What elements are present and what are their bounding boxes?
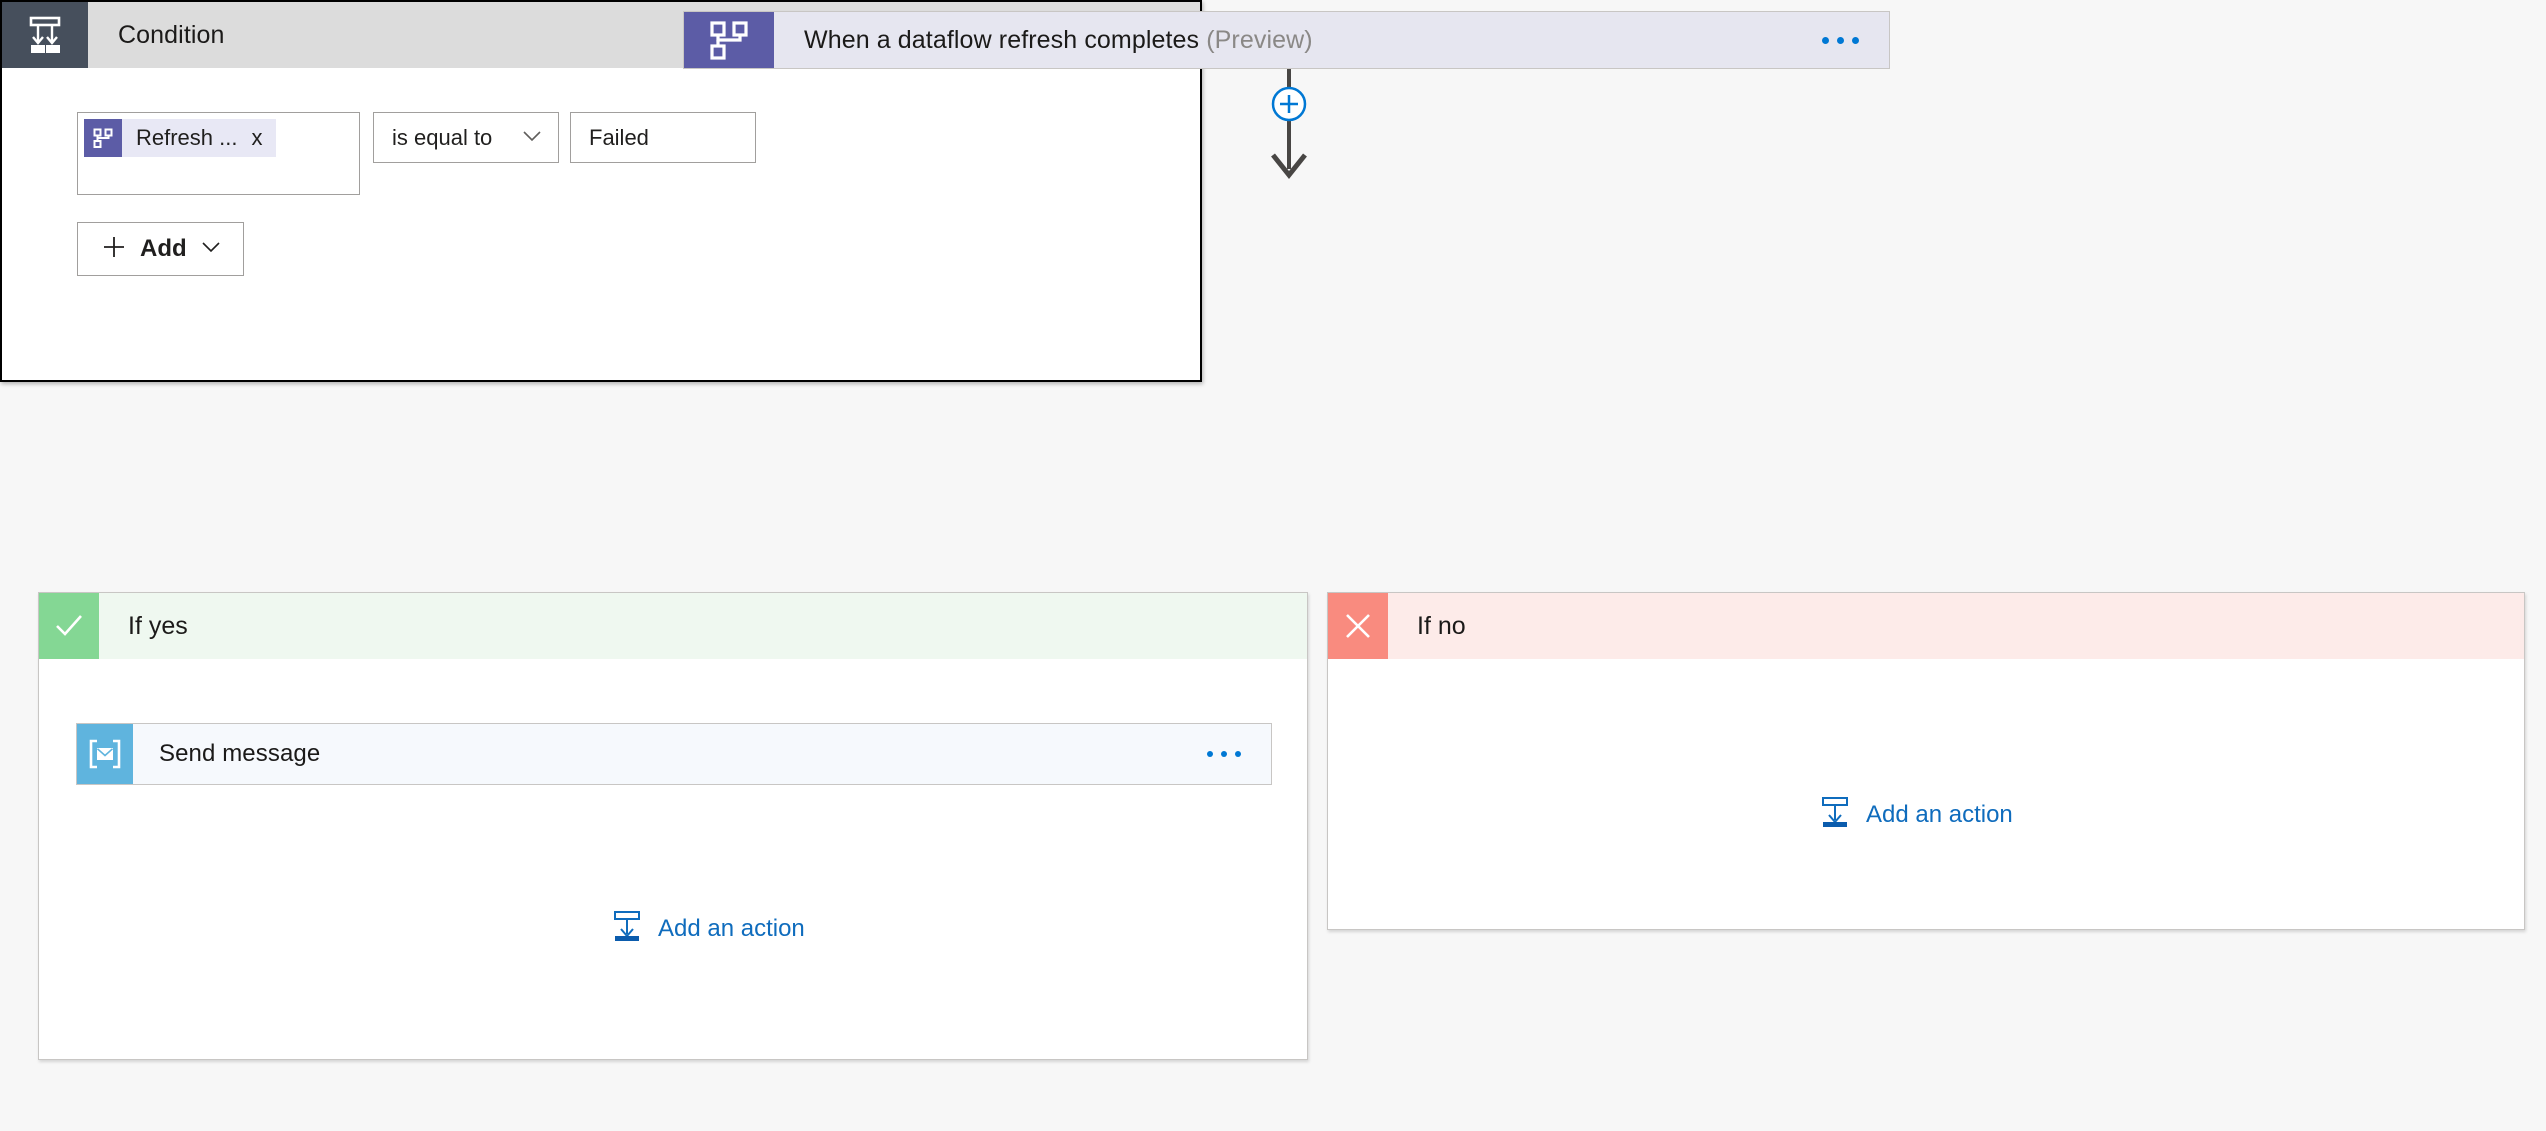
trigger-card-body[interactable]: When a dataflow refresh completes (Previ…	[774, 12, 1889, 68]
condition-operator-dropdown[interactable]: is equal to	[373, 112, 559, 163]
checkmark-icon	[39, 593, 99, 659]
condition-left-operand-field[interactable]: Refresh ... x	[77, 112, 360, 195]
send-message-more-options-button[interactable]	[1207, 751, 1271, 757]
add-action-label: Add an action	[1866, 800, 2013, 828]
operator-value: is equal to	[392, 124, 493, 150]
send-message-card[interactable]: Send message	[76, 723, 1272, 785]
dynamic-content-token[interactable]: Refresh ... x	[84, 119, 277, 157]
ellipsis-dot	[1221, 751, 1227, 757]
trigger-card[interactable]: When a dataflow refresh completes (Previ…	[683, 11, 1890, 69]
condition-content: Refresh ... x is equal to Failed Add	[2, 68, 1200, 276]
ellipsis-dot	[1822, 36, 1829, 44]
add-action-icon	[610, 909, 644, 948]
chevron-down-icon	[201, 240, 221, 258]
branch-if-no-header: If no	[1328, 593, 2524, 659]
flow-connector	[1249, 69, 1329, 184]
branch-if-no-label: If no	[1417, 611, 1466, 640]
ellipsis-dot	[1837, 36, 1844, 44]
branch-if-no-content: Add an action	[1328, 659, 2524, 929]
plus-icon	[102, 235, 126, 264]
remove-token-icon[interactable]: x	[251, 127, 276, 149]
send-message-icon	[77, 724, 133, 784]
branch-if-no-label-wrap: If no	[1388, 593, 2524, 659]
condition-branch-icon	[2, 2, 88, 68]
branch-if-yes-label: If yes	[128, 611, 188, 640]
branch-if-no: If no Add an action	[1327, 592, 2525, 930]
trigger-title-text: When a dataflow refresh completes	[804, 25, 1200, 54]
condition-value-text: Failed	[589, 124, 649, 150]
branch-if-yes-label-wrap: If yes	[99, 593, 1307, 659]
ellipsis-dot	[1235, 751, 1241, 757]
trigger-title: When a dataflow refresh completes (Previ…	[804, 26, 1313, 55]
add-action-button-if-yes[interactable]: Add an action	[610, 909, 805, 948]
dataflow-icon	[84, 119, 122, 157]
add-action-button-if-no[interactable]: Add an action	[1818, 795, 2013, 834]
add-condition-button[interactable]: Add	[77, 222, 244, 276]
branch-if-yes-header: If yes	[39, 593, 1307, 659]
condition-title: Condition	[118, 20, 225, 49]
condition-row: Refresh ... x is equal to Failed	[77, 112, 1200, 195]
ellipsis-dot	[1207, 751, 1213, 757]
add-action-icon	[1818, 795, 1852, 834]
branch-if-yes-content: Send message Add an action	[39, 659, 1307, 1059]
branch-if-yes: If yes Send message Add an action	[38, 592, 1308, 1060]
trigger-more-options-button[interactable]	[1822, 36, 1889, 44]
add-condition-label: Add	[140, 235, 187, 262]
trigger-preview-tag: (Preview)	[1206, 25, 1313, 54]
close-x-icon	[1328, 593, 1388, 659]
send-message-card-body[interactable]: Send message	[133, 724, 1271, 784]
chevron-down-icon	[522, 129, 542, 147]
send-message-title: Send message	[159, 740, 321, 767]
ellipsis-dot	[1852, 36, 1859, 44]
token-label: Refresh ...	[136, 125, 238, 150]
add-action-label: Add an action	[658, 914, 805, 942]
condition-value-input[interactable]: Failed	[570, 112, 756, 163]
dataflow-icon	[684, 12, 774, 68]
